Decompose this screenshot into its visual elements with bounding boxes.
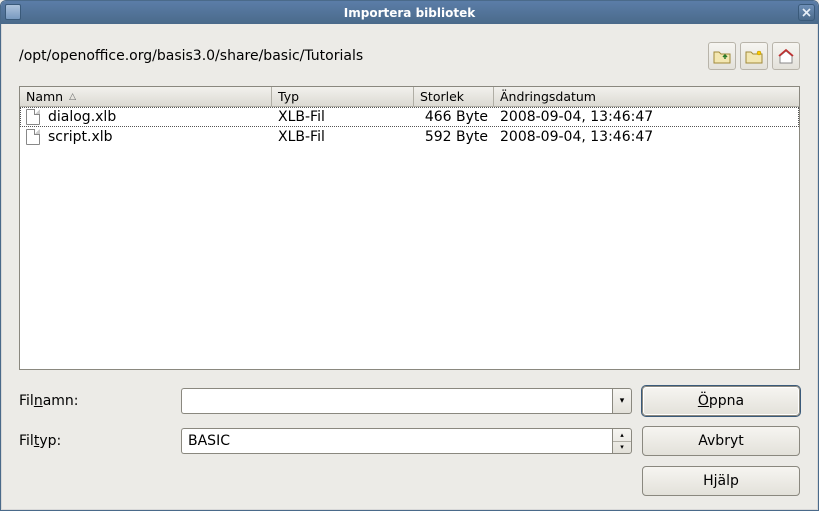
table-row[interactable]: script.xlb XLB-Fil592 Byte2008-09-04, 13:… xyxy=(20,127,799,147)
close-button[interactable] xyxy=(798,4,815,21)
filetype-stepper[interactable]: ▴ ▾ xyxy=(612,428,632,454)
cell-name: script.xlb xyxy=(20,129,272,145)
folder-up-icon xyxy=(713,48,731,64)
cell-type: XLB-Fil xyxy=(272,109,414,125)
filename-combo: ▾ xyxy=(181,388,632,414)
titlebar[interactable]: Importera bibliotek xyxy=(1,1,818,24)
new-folder-icon xyxy=(745,48,763,64)
current-path: /opt/openoffice.org/basis3.0/share/basic… xyxy=(19,48,704,64)
home-icon xyxy=(777,48,795,64)
chevron-down-icon: ▾ xyxy=(613,442,631,454)
open-button[interactable]: Öppna xyxy=(642,386,800,416)
file-icon xyxy=(26,129,40,145)
filetype-combo[interactable]: BASIC ▴ ▾ xyxy=(181,428,632,454)
app-icon xyxy=(5,4,21,20)
home-button[interactable] xyxy=(772,42,800,70)
filetype-label: Filtyp: xyxy=(19,433,171,449)
file-name: script.xlb xyxy=(48,129,113,145)
cell-date: 2008-09-04, 13:46:47 xyxy=(494,129,799,145)
file-icon xyxy=(26,109,40,125)
new-folder-button[interactable] xyxy=(740,42,768,70)
table-row[interactable]: dialog.xlb XLB-Fil466 Byte2008-09-04, 13:… xyxy=(20,107,799,127)
file-name: dialog.xlb xyxy=(48,109,116,125)
window-title: Importera bibliotek xyxy=(344,6,475,20)
help-button[interactable]: Hjälp xyxy=(642,466,800,496)
filetype-value: BASIC xyxy=(181,428,612,454)
cell-size: 592 Byte xyxy=(414,129,494,145)
cell-type: XLB-Fil xyxy=(272,129,414,145)
form-area: Filnamn: ▾ Öppna Filtyp: BASIC ▴ ▾ Avbry… xyxy=(19,386,800,496)
filename-input[interactable] xyxy=(181,388,612,414)
column-header-size[interactable]: Storlek xyxy=(414,87,494,106)
path-row: /opt/openoffice.org/basis3.0/share/basic… xyxy=(19,42,800,70)
file-list[interactable]: Namn △ Typ Storlek Ändringsdatum dialog.… xyxy=(19,86,800,370)
filename-dropdown-button[interactable]: ▾ xyxy=(612,388,632,414)
file-rows: dialog.xlb XLB-Fil466 Byte2008-09-04, 13:… xyxy=(20,107,799,369)
cell-date: 2008-09-04, 13:46:47 xyxy=(494,109,799,125)
cell-name: dialog.xlb xyxy=(20,109,272,125)
filename-label: Filnamn: xyxy=(19,393,171,409)
column-header-date[interactable]: Ändringsdatum xyxy=(494,87,799,106)
column-header-type[interactable]: Typ xyxy=(272,87,414,106)
column-headers: Namn △ Typ Storlek Ändringsdatum xyxy=(20,87,799,107)
column-header-name[interactable]: Namn △ xyxy=(20,87,272,106)
folder-up-button[interactable] xyxy=(708,42,736,70)
dialog-body: /opt/openoffice.org/basis3.0/share/basic… xyxy=(1,24,818,510)
cell-size: 466 Byte xyxy=(414,109,494,125)
chevron-up-icon: ▴ xyxy=(613,429,631,442)
chevron-down-icon: ▾ xyxy=(620,396,625,406)
dialog-window: Importera bibliotek /opt/openoffice.org/… xyxy=(0,0,819,511)
close-icon xyxy=(802,8,811,17)
sort-ascending-icon: △ xyxy=(69,92,76,102)
cancel-button[interactable]: Avbryt xyxy=(642,426,800,456)
